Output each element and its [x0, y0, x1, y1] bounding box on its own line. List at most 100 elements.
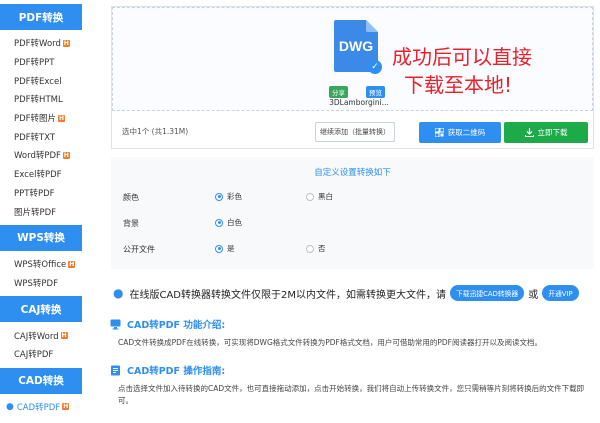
- option-color[interactable]: 彩色: [215, 191, 242, 202]
- guide-text: 点击选择文件加入待转换的CAD文件，也可直接拖动添加，点击开始转换，我们将自动上…: [118, 384, 585, 405]
- sidebar-item-label: CAJ转Word: [14, 331, 59, 342]
- sidebar-section-caj: CAJ转换: [0, 296, 82, 323]
- sidebar-item-label: PDF转Excel: [14, 76, 62, 87]
- sidebar-item-ppt-to-pdf[interactable]: PPT转PDF: [0, 184, 82, 203]
- sidebar-item-label: 图片转PDF: [14, 207, 57, 218]
- sidebar-item-label: WPS转PDF: [14, 278, 58, 289]
- download-desktop-button[interactable]: 下载迅捷CAD转换器: [450, 285, 525, 301]
- settings-title: 自定义设置转换如下: [314, 168, 391, 178]
- file-ext: DWG: [338, 38, 374, 54]
- setting-label: 颜色: [123, 193, 139, 202]
- file-name: 3DLamborgini...: [329, 98, 389, 107]
- qrcode-icon: [434, 128, 444, 137]
- sidebar-item-label: PDF转PPT: [14, 58, 55, 69]
- sidebar-item-label: Word转PDF: [14, 151, 61, 162]
- sidebar-item-cad-to-pdf[interactable]: ● CAD转PDF H: [0, 398, 82, 417]
- sidebar-item-caj-to-word[interactable]: CAJ转Word H: [0, 326, 82, 345]
- share-tag[interactable]: 分享: [329, 86, 348, 98]
- qr-button-label: 获取二维码: [447, 128, 486, 137]
- conversion-settings: 自定义设置转换如下 颜色 彩色 黑白 背景 白色 公开文件 是 否: [111, 157, 594, 269]
- bullet-icon: ●: [113, 286, 124, 300]
- sidebar-item-label: PDF转Word: [14, 39, 61, 50]
- option-label: 是: [227, 244, 235, 253]
- preview-tag[interactable]: 预览: [366, 86, 385, 98]
- radio-checked-icon[interactable]: [215, 218, 223, 227]
- sidebar-item-pdf-to-word[interactable]: PDF转Word H: [0, 34, 82, 53]
- sidebar-item-wps-to-pdf[interactable]: WPS转PDF: [0, 274, 82, 293]
- radio-checked-icon[interactable]: [215, 244, 223, 253]
- hot-badge: H: [60, 332, 68, 340]
- sidebar-item-pdf-to-image[interactable]: PDF转图片 H: [0, 109, 82, 128]
- check-icon: ✓: [368, 60, 382, 74]
- sidebar-item-word-to-pdf[interactable]: Word转PDF H: [0, 146, 82, 165]
- sidebar-item-label: PDF转图片: [14, 114, 57, 125]
- radio-unchecked-icon[interactable]: [306, 192, 314, 201]
- success-overlay-text: 成功后可以直接 下载至本地!: [392, 43, 582, 99]
- file-dropzone[interactable]: DWG ✓ 分享 预览 3DLamborgini... 成功后可以直接 下载至本…: [112, 7, 593, 111]
- hot-badge: H: [62, 403, 70, 411]
- setting-label: 背景: [123, 219, 139, 228]
- option-label: 彩色: [227, 192, 242, 201]
- guide-title: CAD转PDF 操作指南:: [127, 366, 226, 377]
- upload-toolbar: 选中1个 (共1.31M) 继续添加（批量转换） 获取二维码 立即下载: [112, 111, 593, 149]
- sidebar-item-label: PPT转PDF: [14, 188, 55, 199]
- setting-row-public: 公开文件 是 否: [111, 241, 594, 257]
- get-qrcode-button[interactable]: 获取二维码: [419, 122, 501, 143]
- setting-row-color: 颜色 彩色 黑白: [111, 189, 594, 205]
- intro-heading: CAD转PDF 功能介绍:: [110, 317, 225, 331]
- continue-add-button[interactable]: 继续添加（批量转换）: [315, 122, 395, 142]
- guide-heading: CAD转PDF 操作指南:: [110, 363, 225, 377]
- hot-badge: H: [62, 151, 70, 159]
- radio-checked-icon[interactable]: [215, 192, 223, 201]
- option-yes[interactable]: 是: [215, 243, 235, 254]
- sidebar-item-pdf-to-txt[interactable]: PDF转TXT: [0, 127, 82, 146]
- option-label: 否: [318, 244, 326, 253]
- sidebar-item-pdf-to-ppt[interactable]: PDF转PPT: [0, 53, 82, 72]
- sidebar-item-label: CAJ转PDF: [14, 350, 54, 361]
- option-bw[interactable]: 黑白: [306, 191, 333, 202]
- notice-text: 在线版CAD转换器转换文件仅限于2M以内文件，如需转换更大文件，请: [129, 289, 446, 301]
- file-card[interactable]: DWG ✓: [329, 20, 383, 74]
- sidebar-item-label: PDF转TXT: [14, 132, 56, 143]
- sidebar-item-wps-to-office[interactable]: WPS转Office H: [0, 255, 82, 274]
- hot-badge: H: [62, 39, 70, 47]
- download-icon: [524, 128, 534, 137]
- setting-row-background: 背景 白色: [111, 215, 594, 231]
- setting-label: 公开文件: [123, 245, 155, 254]
- option-white[interactable]: 白色: [215, 217, 242, 228]
- intro-text: CAD文件转换成PDF在线转换，可实现将DWG格式文件转换为PDF格式文档，用户…: [118, 338, 542, 347]
- download-now-button[interactable]: 立即下载: [504, 122, 588, 143]
- sidebar-section-pdf: PDF转换: [0, 4, 82, 30]
- overlay-line-1: 成功后可以直接: [392, 45, 532, 69]
- sidebar-item-pdf-to-html[interactable]: PDF转HTML: [0, 90, 82, 109]
- sidebar-item-image-to-pdf[interactable]: 图片转PDF: [0, 202, 82, 221]
- option-label: 黑白: [318, 192, 333, 201]
- dwg-file-icon: DWG ✓: [334, 20, 382, 74]
- radio-unchecked-icon[interactable]: [306, 244, 314, 253]
- notice-or: 或: [528, 289, 539, 301]
- sidebar-item-excel-to-pdf[interactable]: Excel转PDF: [0, 165, 82, 184]
- hot-badge: H: [58, 114, 66, 122]
- hot-badge: H: [68, 260, 76, 268]
- book-icon: [110, 365, 121, 376]
- sidebar-nav: PDF转换 PDF转Word H PDF转PPT PDF转Excel PDF转HT…: [0, 0, 82, 423]
- open-vip-button[interactable]: 开通VIP: [542, 285, 579, 301]
- sidebar-section-wps: WPS转换: [0, 224, 82, 251]
- file-tags: 分享 预览: [329, 86, 385, 98]
- overlay-line-2: 下载至本地!: [404, 73, 513, 97]
- download-button-label: 立即下载: [537, 128, 568, 137]
- intro-title: CAD转PDF 功能介绍:: [127, 320, 226, 331]
- option-no[interactable]: 否: [306, 243, 326, 254]
- size-limit-notice: ● 在线版CAD转换器转换文件仅限于2M以内文件，如需转换更大文件，请 下载迅捷…: [111, 283, 594, 303]
- sidebar-item-caj-to-pdf[interactable]: CAJ转PDF: [0, 345, 82, 364]
- sidebar-item-label: WPS转Office: [14, 260, 67, 271]
- monitor-icon: [110, 319, 121, 330]
- option-label: 白色: [227, 218, 242, 227]
- sidebar-item-pdf-to-excel[interactable]: PDF转Excel: [0, 71, 82, 90]
- sidebar-item-label: Excel转PDF: [14, 170, 62, 181]
- sidebar-item-label: CAD转PDF: [16, 402, 61, 413]
- sidebar-section-cad: CAD转换: [0, 367, 82, 394]
- sidebar-item-label: PDF转HTML: [14, 95, 63, 106]
- selection-info: 选中1个 (共1.31M): [122, 127, 189, 136]
- active-dot-icon: ●: [6, 401, 14, 412]
